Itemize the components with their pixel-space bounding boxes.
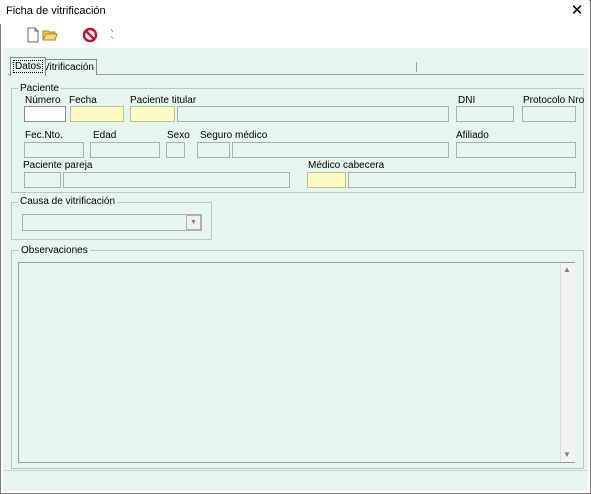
seguro-medico-label: Seguro médico (200, 130, 268, 141)
afiliado-field[interactable] (456, 142, 576, 158)
separator-icon (110, 28, 114, 40)
chevron-down-icon: ▼ (563, 450, 571, 459)
fecha-field[interactable] (70, 106, 124, 122)
medico-cabecera-name-field[interactable] (348, 172, 576, 188)
paciente-group-label: Paciente (18, 83, 61, 94)
chevron-down-icon: ▼ (190, 219, 197, 226)
chevron-up-icon: ▲ (563, 265, 571, 274)
causa-group-label: Causa de vitrificación (18, 196, 118, 207)
bottom-separator (3, 470, 588, 471)
close-icon: ✕ (570, 2, 584, 19)
paciente-titular-name-field[interactable] (177, 106, 449, 122)
paciente-titular-code-field[interactable] (130, 106, 175, 122)
tab-vitrificacion-label: Vitrificación (43, 62, 94, 73)
tab-datos[interactable]: Datos (10, 57, 47, 76)
dni-field[interactable] (456, 106, 514, 122)
open-folder-icon (42, 30, 58, 41)
numero-field[interactable] (24, 106, 66, 122)
sexo-field[interactable] (166, 142, 185, 158)
numero-label: Número (25, 95, 61, 106)
tab-datos-label: Datos (13, 60, 44, 73)
fecha-label: Fecha (69, 95, 97, 106)
causa-select[interactable] (22, 214, 202, 231)
medico-cabecera-label: Médico cabecera (308, 160, 385, 171)
sexo-label: Sexo (167, 130, 190, 141)
paciente-pareja-code-field[interactable] (24, 172, 61, 188)
toolbar-separator (109, 27, 115, 41)
medico-cabecera-code-field[interactable] (307, 172, 346, 188)
fec-nto-field[interactable] (24, 142, 84, 158)
edad-label: Edad (93, 130, 117, 141)
observaciones-scrollbar[interactable] (560, 263, 575, 462)
window-title: Ficha de vitrificación (6, 5, 106, 17)
protocolo-field[interactable] (522, 106, 576, 122)
cancel-button[interactable] (82, 27, 98, 43)
dni-label: DNI (458, 95, 476, 106)
edad-field[interactable] (90, 142, 160, 158)
scroll-down-button[interactable]: ▼ (561, 449, 573, 461)
new-button[interactable] (25, 27, 41, 43)
seguro-medico-name-field[interactable] (232, 142, 449, 158)
causa-dropdown-button[interactable]: ▼ (186, 215, 201, 230)
paciente-pareja-label: Paciente pareja (23, 160, 93, 171)
paciente-pareja-name-field[interactable] (63, 172, 290, 188)
observaciones-group-label: Observaciones (19, 245, 90, 256)
tab-strip-separator (416, 62, 417, 72)
observaciones-textarea[interactable] (18, 262, 575, 463)
open-button[interactable] (42, 27, 58, 43)
tab-vitrificacion[interactable]: Vitrificación (40, 59, 97, 75)
seguro-medico-code-field[interactable] (197, 142, 230, 158)
new-document-icon (27, 27, 39, 43)
paciente-titular-label: Paciente titular (130, 95, 197, 106)
fec-nto-label: Fec.Nto. (25, 130, 63, 141)
close-button[interactable]: ✕ (568, 2, 586, 20)
afiliado-label: Afiliado (456, 130, 489, 141)
scroll-up-button[interactable]: ▲ (561, 264, 573, 276)
cancel-icon (82, 27, 98, 43)
protocolo-label: Protocolo Nro (523, 95, 585, 106)
